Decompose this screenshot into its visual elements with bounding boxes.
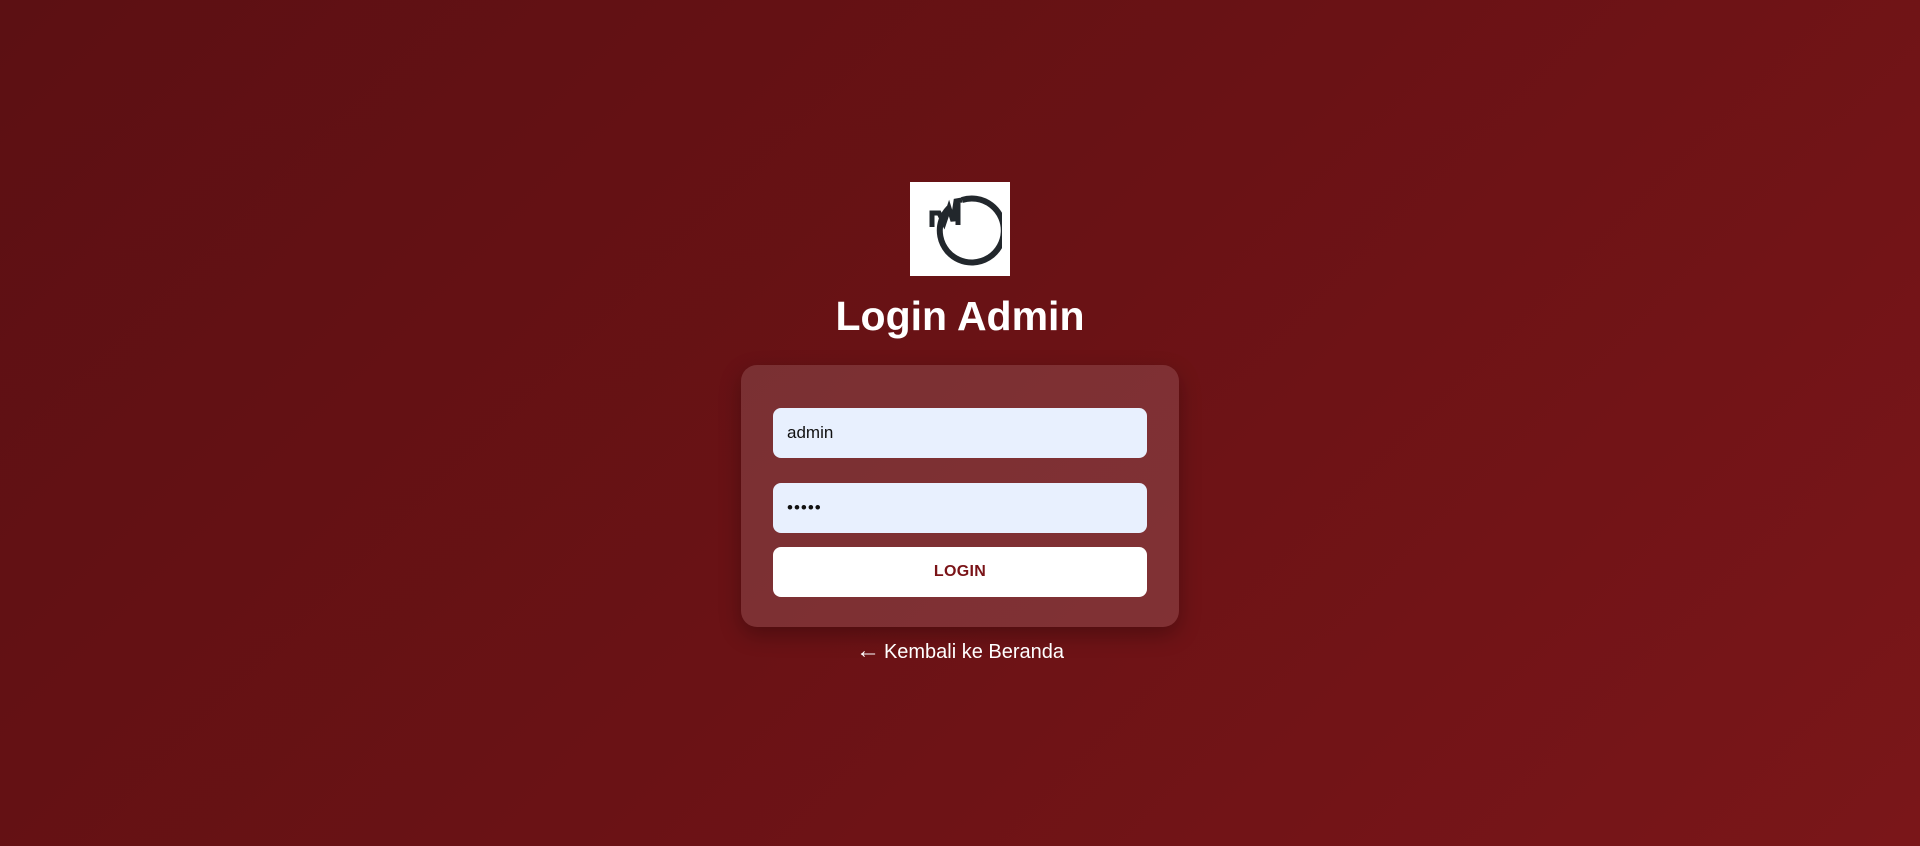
username-input[interactable]: [773, 408, 1147, 458]
page-title: Login Admin: [835, 293, 1085, 339]
login-form-card: LOGIN: [741, 365, 1179, 627]
brand-logo: [910, 182, 1010, 276]
back-link-container: ← Kembali ke Beranda: [0, 636, 1920, 667]
back-link-label: Kembali ke Beranda: [883, 641, 1065, 663]
md-logo-icon: [929, 195, 1002, 266]
password-input[interactable]: [773, 483, 1147, 533]
login-button[interactable]: LOGIN: [773, 547, 1147, 597]
arrow-left-icon: ←: [855, 637, 880, 664]
back-to-home-link[interactable]: ← Kembali ke Beranda: [856, 637, 1065, 664]
login-page: Login Admin LOGIN ←Kembali ke Beranda: [0, 0, 1920, 846]
